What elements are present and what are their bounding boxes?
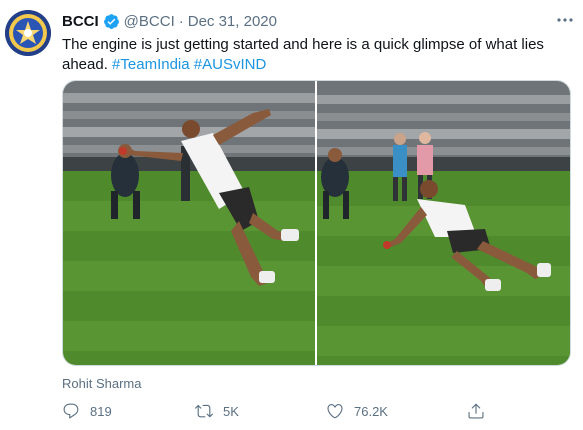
tweet[interactable]: BCCI @BCCI · Dec 31, 2020 The engine is … [0, 0, 583, 430]
hashtag-link[interactable]: #TeamIndia [112, 56, 190, 73]
media-grid [62, 80, 571, 366]
tweet-text: The engine is just getting started and h… [62, 35, 572, 75]
tweet-actions: 819 5K 76.2K [62, 399, 532, 423]
heart-icon [327, 404, 343, 419]
hashtag-link[interactable]: #AUSvIND [194, 56, 267, 73]
like-count: 76.2K [354, 403, 388, 419]
more-horizontal-icon[interactable] [555, 12, 575, 28]
media-caption[interactable]: Rohit Sharma [62, 376, 141, 391]
author-name[interactable]: BCCI [62, 13, 99, 30]
photo-right[interactable] [317, 81, 570, 365]
share-button[interactable] [467, 399, 495, 423]
share-icon [468, 403, 484, 419]
tweet-header: BCCI @BCCI · Dec 31, 2020 [62, 11, 277, 31]
verified-badge-icon [103, 13, 120, 30]
like-button[interactable]: 76.2K [326, 399, 388, 423]
retweet-icon [195, 404, 213, 418]
avatar[interactable] [5, 10, 51, 56]
photo-left[interactable] [63, 81, 315, 365]
tweet-date[interactable]: Dec 31, 2020 [188, 13, 277, 30]
author-handle[interactable]: @BCCI [124, 13, 175, 30]
retweet-count: 5K [223, 403, 239, 419]
retweet-button[interactable]: 5K [195, 399, 239, 423]
reply-button[interactable]: 819 [62, 399, 112, 423]
reply-icon [63, 403, 79, 419]
separator-dot: · [178, 12, 184, 30]
reply-count: 819 [90, 403, 112, 419]
